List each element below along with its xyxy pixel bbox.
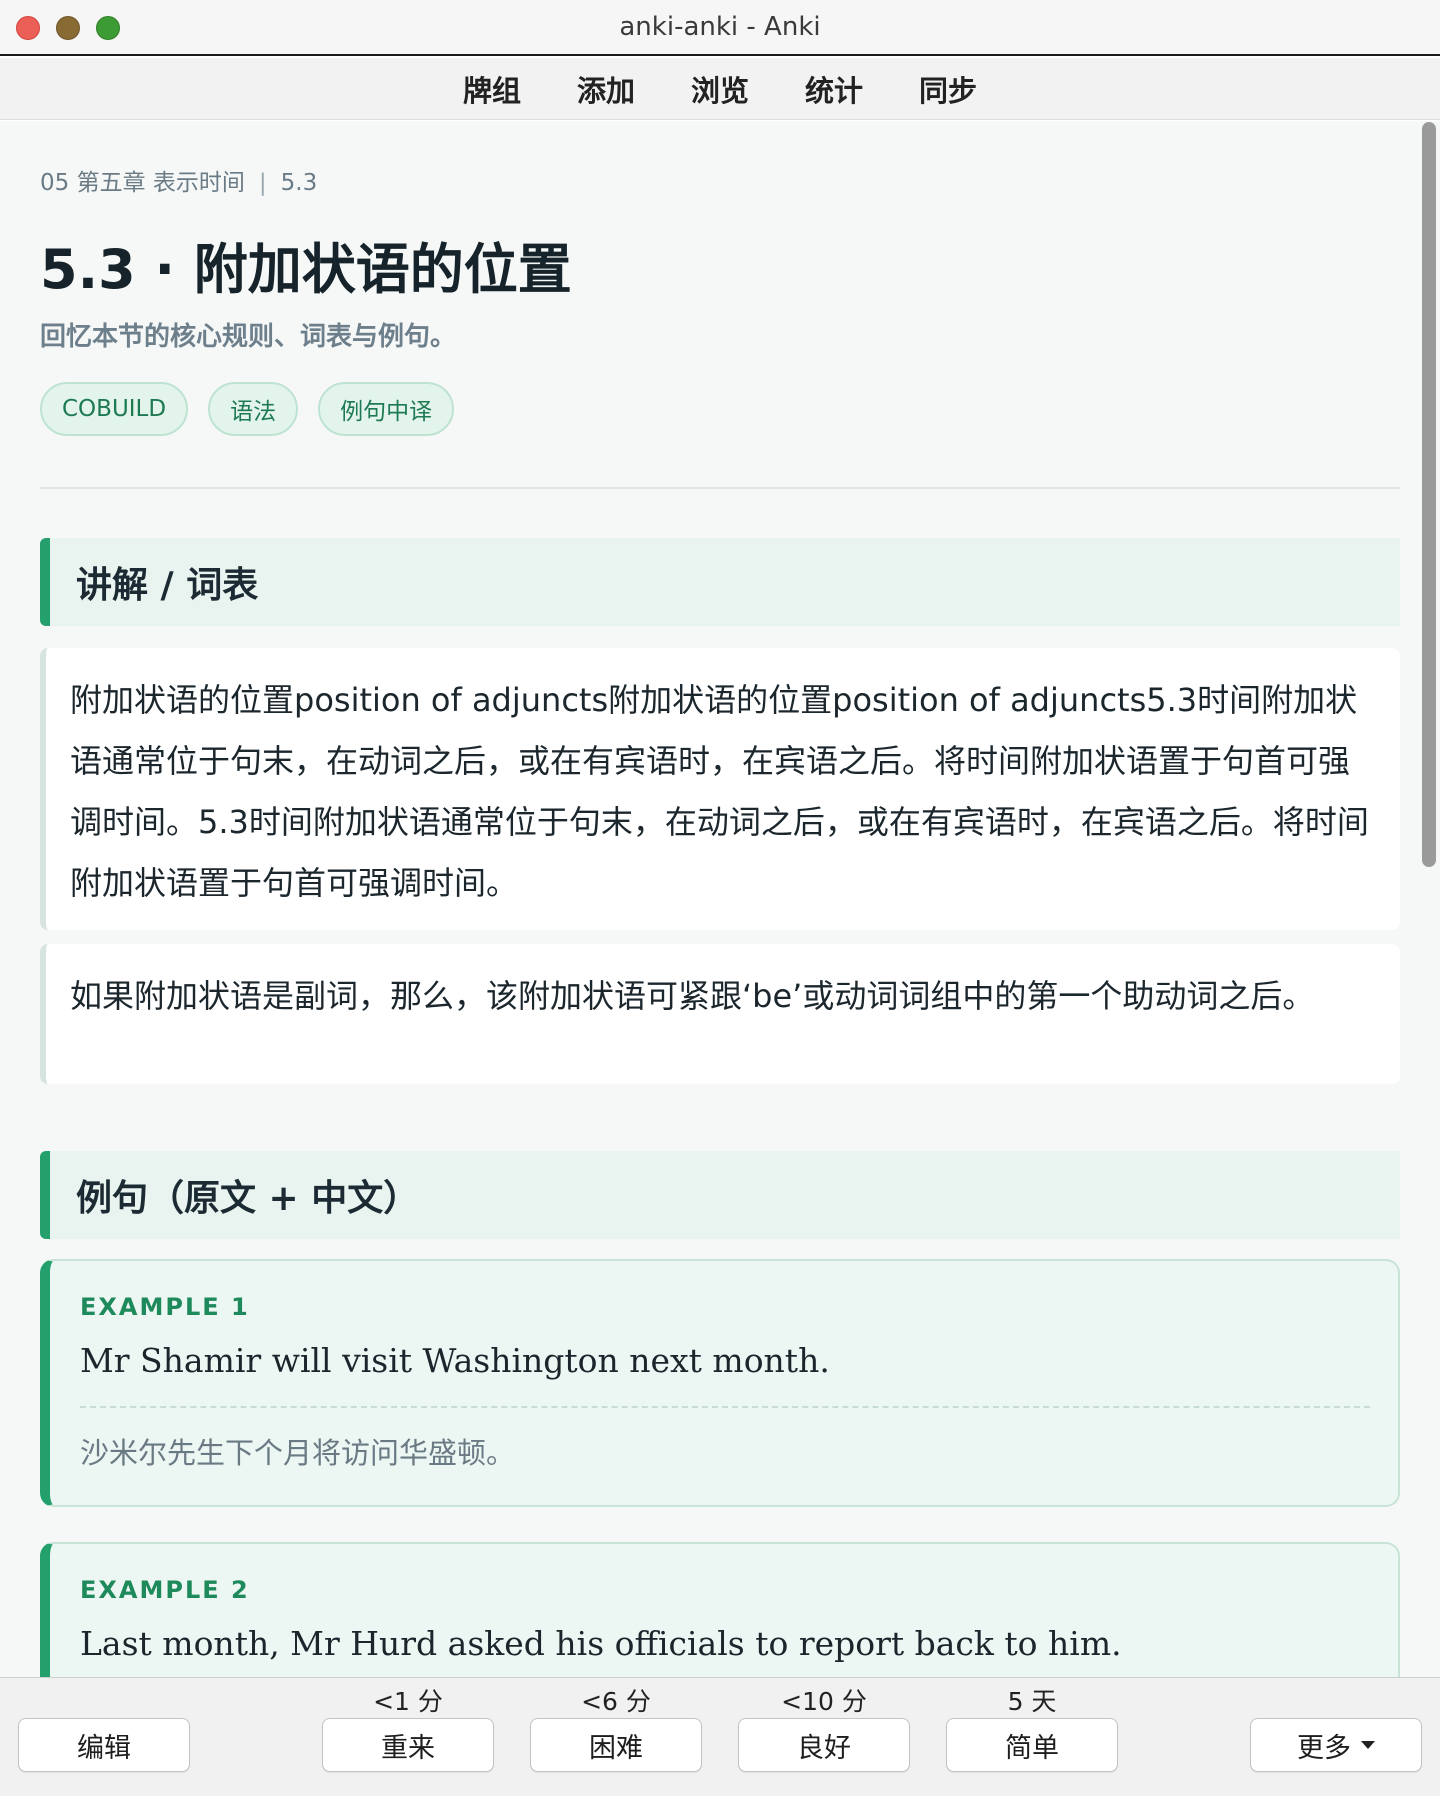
section-header-examples: 例句（原文 + 中文）: [40, 1151, 1400, 1239]
divider: [40, 487, 1400, 489]
breadcrumb-separator: |: [258, 170, 267, 196]
easy-interval: 5 天: [1007, 1687, 1057, 1716]
toolbar-stats[interactable]: 统计: [777, 68, 891, 110]
toolbar-decks[interactable]: 牌组: [435, 68, 549, 110]
more-button[interactable]: 更多: [1250, 1718, 1422, 1772]
explanation-paragraph-1: 附加状语的位置position of adjuncts附加状语的位置positi…: [40, 648, 1400, 930]
example-separator: [80, 1406, 1370, 1408]
card-view: 05 第五章 表示时间 | 5.3 5.3 · 附加状语的位置 回忆本节的核心规则、…: [0, 121, 1440, 1677]
example-card-2: EXAMPLE 2 Last month, Mr Hurd asked his …: [40, 1542, 1400, 1677]
toolbar-browse[interactable]: 浏览: [663, 68, 777, 110]
section-header-explanation: 讲解 / 词表: [40, 538, 1400, 626]
edit-button[interactable]: 编辑: [18, 1718, 190, 1772]
breadcrumb-section: 5.3: [280, 170, 318, 196]
breadcrumb-chapter: 05 第五章 表示时间: [40, 170, 245, 196]
example-english: Last month, Mr Hurd asked his officials …: [80, 1624, 1122, 1663]
again-interval: <1 分: [373, 1687, 443, 1716]
good-interval: <10 分: [781, 1687, 867, 1716]
answer-bar: 编辑 <1 分 重来 <6 分 困难 <10 分 良好 5 天 简单 更多: [0, 1677, 1440, 1796]
breadcrumb: 05 第五章 表示时间 | 5.3: [40, 163, 317, 197]
easy-button[interactable]: 简单: [946, 1718, 1118, 1772]
example-label: EXAMPLE 2: [80, 1576, 250, 1604]
explanation-paragraph-2: 如果附加状语是副词，那么，该附加状语可紧跟‘be’或动词词组中的第一个助动词之后…: [40, 944, 1400, 1084]
vertical-scrollbar[interactable]: [1422, 122, 1436, 867]
window-titlebar: anki-anki - Anki: [0, 0, 1440, 56]
example-chinese: 沙米尔先生下个月将访问华盛顿。: [80, 1436, 516, 1470]
tag-translation: 例句中译: [318, 382, 455, 436]
window-title: anki-anki - Anki: [619, 12, 821, 42]
page-subtitle: 回忆本节的核心规则、词表与例句。: [40, 322, 457, 352]
hard-button[interactable]: 困难: [530, 1718, 702, 1772]
tag-cobuild: COBUILD: [40, 382, 189, 436]
page-title: 5.3 · 附加状语的位置: [40, 238, 572, 301]
example-label: EXAMPLE 1: [80, 1293, 250, 1321]
again-button[interactable]: 重来: [322, 1718, 494, 1772]
example-english: Mr Shamir will visit Washington next mon…: [80, 1341, 830, 1380]
chevron-down-icon: [1361, 1741, 1375, 1749]
hard-interval: <6 分: [581, 1687, 651, 1716]
tag-grammar: 语法: [208, 382, 299, 436]
tag-list: COBUILD 语法 例句中译: [40, 382, 455, 436]
toolbar-sync[interactable]: 同步: [891, 68, 1005, 110]
main-toolbar: 牌组 添加 浏览 统计 同步: [0, 58, 1440, 120]
good-button[interactable]: 良好: [738, 1718, 910, 1772]
example-card-1: EXAMPLE 1 Mr Shamir will visit Washingto…: [40, 1259, 1400, 1507]
more-button-label: 更多: [1297, 1732, 1351, 1764]
toolbar-add[interactable]: 添加: [549, 68, 663, 110]
